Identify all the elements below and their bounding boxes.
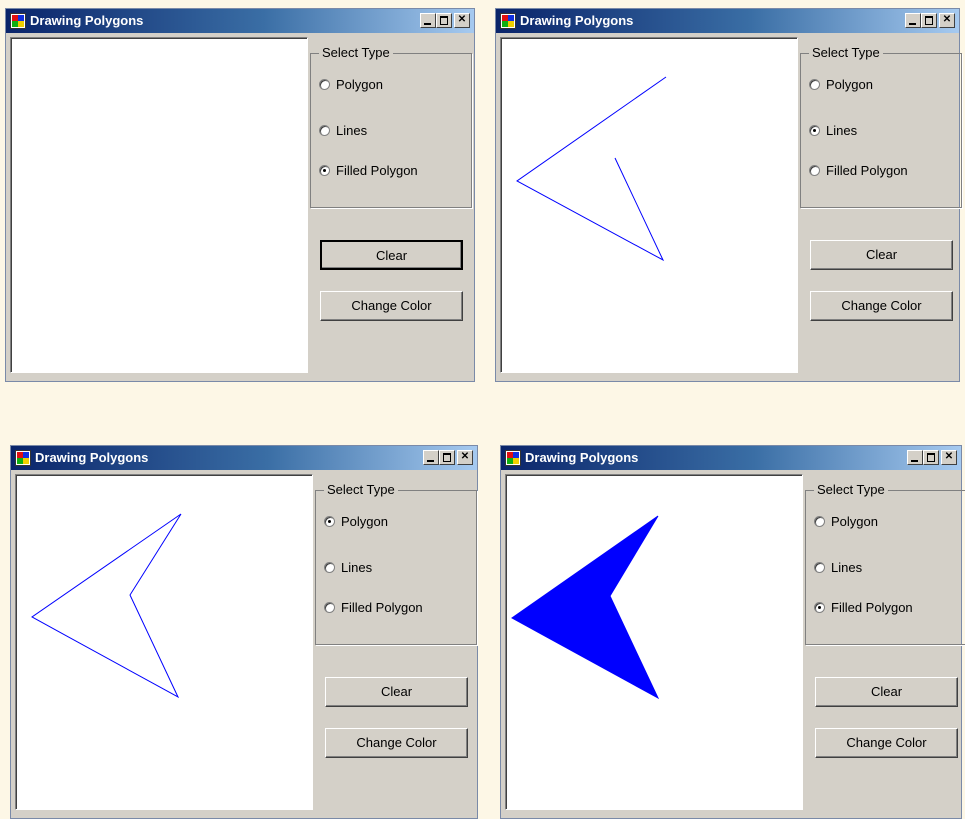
radio-button[interactable] bbox=[809, 79, 820, 91]
radio-label: Filled Polygon bbox=[336, 163, 418, 179]
radio-label: Filled Polygon bbox=[826, 163, 908, 179]
close-icon[interactable]: ✕ bbox=[454, 13, 470, 28]
drawing-polygons-window-4: Drawing Polygons ✕ Select Type Polygon L… bbox=[500, 445, 965, 819]
window-title: Drawing Polygons bbox=[525, 450, 639, 465]
drawn-filled-polygon bbox=[511, 515, 660, 700]
minimize-icon[interactable] bbox=[420, 13, 436, 28]
radio-label: Lines bbox=[341, 560, 373, 576]
radio-button[interactable] bbox=[324, 562, 335, 574]
radio-button[interactable] bbox=[319, 125, 330, 137]
radio-label: Polygon bbox=[831, 514, 878, 530]
drawing-surface bbox=[516, 76, 667, 262]
drawn-polygon bbox=[31, 513, 182, 699]
group-title: Select Type bbox=[809, 45, 883, 60]
radio-button[interactable] bbox=[814, 602, 825, 614]
select-type-group: Select Type Polygon Lines Filled Polygon bbox=[800, 45, 962, 208]
radio-polygon[interactable]: Polygon bbox=[319, 76, 383, 92]
maximize-icon[interactable] bbox=[923, 450, 939, 465]
maximize-icon[interactable] bbox=[436, 13, 452, 28]
drawing-polygons-window-2: Drawing Polygons ✕ Select Type Polygon L… bbox=[495, 8, 962, 382]
radio-label: Polygon bbox=[341, 514, 388, 530]
radio-filled-polygon[interactable]: Filled Polygon bbox=[319, 162, 418, 178]
radio-button[interactable] bbox=[319, 165, 330, 177]
radio-label: Lines bbox=[831, 560, 863, 576]
radio-label: Polygon bbox=[826, 77, 873, 93]
radio-button[interactable] bbox=[814, 516, 825, 528]
radio-button[interactable] bbox=[814, 562, 825, 574]
group-title: Select Type bbox=[319, 45, 393, 60]
radio-button[interactable] bbox=[809, 165, 820, 177]
clear-button[interactable]: Clear bbox=[810, 240, 953, 270]
change-color-button[interactable]: Change Color bbox=[325, 728, 468, 758]
drawing-polygons-window-3: Drawing Polygons ✕ Select Type Polygon L… bbox=[10, 445, 478, 819]
change-color-button[interactable]: Change Color bbox=[815, 728, 958, 758]
title-bar[interactable]: Drawing Polygons ✕ bbox=[11, 446, 477, 470]
app-icon[interactable] bbox=[15, 450, 31, 466]
drawing-panel[interactable] bbox=[505, 474, 803, 810]
title-bar[interactable]: Drawing Polygons ✕ bbox=[496, 9, 959, 33]
group-title: Select Type bbox=[814, 482, 888, 497]
radio-polygon[interactable]: Polygon bbox=[809, 76, 873, 92]
change-color-button[interactable]: Change Color bbox=[320, 291, 463, 321]
maximize-icon[interactable] bbox=[921, 13, 937, 28]
app-icon[interactable] bbox=[500, 13, 516, 29]
minimize-icon[interactable] bbox=[905, 13, 921, 28]
close-icon[interactable]: ✕ bbox=[939, 13, 955, 28]
radio-lines[interactable]: Lines bbox=[319, 122, 367, 138]
radio-filled-polygon[interactable]: Filled Polygon bbox=[324, 599, 423, 615]
clear-button[interactable]: Clear bbox=[815, 677, 958, 707]
select-type-group: Select Type Polygon Lines Filled Polygon bbox=[805, 482, 965, 645]
drawing-polygons-window-1: Drawing Polygons ✕ Select Type Polygon L… bbox=[5, 8, 475, 382]
select-type-group: Select Type Polygon Lines Filled Polygon bbox=[310, 45, 472, 208]
title-bar[interactable]: Drawing Polygons ✕ bbox=[6, 9, 474, 33]
radio-button[interactable] bbox=[324, 602, 335, 614]
minimize-icon[interactable] bbox=[907, 450, 923, 465]
drawing-panel[interactable] bbox=[10, 37, 308, 373]
radio-button[interactable] bbox=[324, 516, 335, 528]
radio-label: Filled Polygon bbox=[831, 600, 913, 616]
clear-button[interactable]: Clear bbox=[320, 240, 463, 270]
app-icon[interactable] bbox=[10, 13, 26, 29]
clear-button[interactable]: Clear bbox=[325, 677, 468, 707]
app-icon[interactable] bbox=[505, 450, 521, 466]
drawing-panel[interactable] bbox=[500, 37, 798, 373]
radio-label: Lines bbox=[826, 123, 858, 139]
radio-button[interactable] bbox=[809, 125, 820, 137]
group-title: Select Type bbox=[324, 482, 398, 497]
drawing-surface bbox=[11, 38, 307, 372]
radio-label: Polygon bbox=[336, 77, 383, 93]
radio-button[interactable] bbox=[319, 79, 330, 91]
radio-filled-polygon[interactable]: Filled Polygon bbox=[814, 599, 913, 615]
drawing-surface bbox=[31, 513, 182, 699]
radio-lines[interactable]: Lines bbox=[324, 559, 372, 575]
title-bar[interactable]: Drawing Polygons ✕ bbox=[501, 446, 961, 470]
radio-polygon[interactable]: Polygon bbox=[324, 513, 388, 529]
window-title: Drawing Polygons bbox=[35, 450, 149, 465]
close-icon[interactable]: ✕ bbox=[941, 450, 957, 465]
close-icon[interactable]: ✕ bbox=[457, 450, 473, 465]
radio-lines[interactable]: Lines bbox=[809, 122, 857, 138]
change-color-button[interactable]: Change Color bbox=[810, 291, 953, 321]
radio-label: Filled Polygon bbox=[341, 600, 423, 616]
minimize-icon[interactable] bbox=[423, 450, 439, 465]
maximize-icon[interactable] bbox=[439, 450, 455, 465]
radio-lines[interactable]: Lines bbox=[814, 559, 862, 575]
select-type-group: Select Type Polygon Lines Filled Polygon bbox=[315, 482, 477, 645]
drawing-surface bbox=[511, 515, 660, 700]
radio-label: Lines bbox=[336, 123, 368, 139]
window-title: Drawing Polygons bbox=[30, 13, 144, 28]
drawing-panel[interactable] bbox=[15, 474, 313, 810]
radio-filled-polygon[interactable]: Filled Polygon bbox=[809, 162, 908, 178]
radio-polygon[interactable]: Polygon bbox=[814, 513, 878, 529]
drawn-lines bbox=[516, 76, 667, 262]
window-title: Drawing Polygons bbox=[520, 13, 634, 28]
